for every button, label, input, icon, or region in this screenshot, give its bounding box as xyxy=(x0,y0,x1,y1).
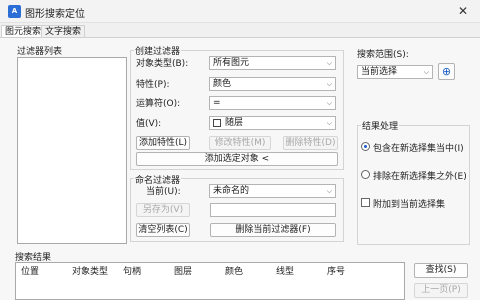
search-scope-label: 搜索范围(S): xyxy=(357,50,409,60)
append-label: 附加到当前选择集 xyxy=(373,200,446,210)
column-header[interactable]: 序号 xyxy=(327,264,345,277)
select-objects-button[interactable]: ⊕ xyxy=(438,63,455,80)
current-filter-select[interactable]: 未命名的 ⌵ xyxy=(209,184,336,198)
object-type-value: 所有图元 xyxy=(213,58,250,68)
column-header[interactable]: 线型 xyxy=(276,264,294,277)
app-icon: A xyxy=(8,5,21,18)
search-scope-select[interactable]: 当前选择 ⌵ xyxy=(357,65,433,79)
save-as-button[interactable]: 另存为(V) xyxy=(136,203,190,217)
column-header[interactable]: 位置 xyxy=(21,264,39,277)
filter-list[interactable] xyxy=(17,57,127,244)
delete-property-button[interactable]: 删除特性(D) xyxy=(283,136,338,150)
filter-name-input[interactable] xyxy=(210,203,336,217)
pick-icon: ⊕ xyxy=(441,65,452,78)
append-checkbox[interactable] xyxy=(361,198,370,207)
chevron-down-icon: ⌵ xyxy=(423,68,429,76)
chevron-down-icon: ⌵ xyxy=(326,187,332,195)
column-header[interactable]: 图层 xyxy=(174,264,192,277)
column-header[interactable]: 句柄 xyxy=(123,264,141,277)
include-radio[interactable] xyxy=(361,142,370,151)
property-select[interactable]: 颜色 ⌵ xyxy=(209,77,336,91)
clear-list-button[interactable]: 清空列表(C) xyxy=(136,223,190,237)
value-label: 值(V): xyxy=(136,119,162,129)
current-filter-value: 未命名的 xyxy=(213,186,250,196)
include-label: 包含在新选择集当中(I) xyxy=(373,144,464,154)
column-header[interactable]: 对象类型 xyxy=(72,264,108,277)
window-title: 图形搜索定位 xyxy=(25,9,85,20)
object-type-label: 对象类型(B): xyxy=(136,59,189,69)
color-swatch xyxy=(213,119,221,127)
add-selected-button[interactable]: 添加选定对象 < xyxy=(136,152,338,166)
value-select[interactable]: 随层 ⌵ xyxy=(209,116,336,130)
search-button[interactable]: 查找(S) xyxy=(414,263,468,278)
object-type-select[interactable]: 所有图元 ⌵ xyxy=(209,56,336,70)
results-table[interactable]: 位置 对象类型 句柄 图层 颜色 线型 序号 xyxy=(15,262,405,300)
chevron-down-icon: ⌵ xyxy=(326,119,332,127)
property-value: 颜色 xyxy=(213,79,232,89)
chevron-down-icon: ⌵ xyxy=(326,99,332,107)
property-label: 特性(P): xyxy=(136,80,170,90)
close-button[interactable]: ✕ xyxy=(452,2,474,20)
search-scope-value: 当前选择 xyxy=(361,67,398,77)
operator-value: = xyxy=(213,98,221,108)
value-value: 随层 xyxy=(225,118,244,128)
current-filter-label: 当前(U): xyxy=(146,187,181,197)
operator-select[interactable]: = ⌵ xyxy=(209,96,336,110)
chevron-down-icon: ⌵ xyxy=(326,59,332,67)
modify-property-button[interactable]: 修改特性(M) xyxy=(209,136,271,150)
exclude-radio[interactable] xyxy=(361,170,370,179)
add-property-button[interactable]: 添加特性(L) xyxy=(136,136,190,150)
chevron-down-icon: ⌵ xyxy=(326,80,332,88)
prev-page-button[interactable]: 上一页(P) xyxy=(414,283,468,298)
column-header[interactable]: 颜色 xyxy=(225,264,243,277)
filter-list-label: 过滤器列表 xyxy=(17,47,63,57)
exclude-label: 排除在新选择集之外(E) xyxy=(373,172,467,182)
operator-label: 运算符(O): xyxy=(136,99,181,109)
result-handling-label: 结果处理 xyxy=(361,119,400,132)
delete-current-filter-button[interactable]: 删除当前过滤器(F) xyxy=(210,223,336,237)
